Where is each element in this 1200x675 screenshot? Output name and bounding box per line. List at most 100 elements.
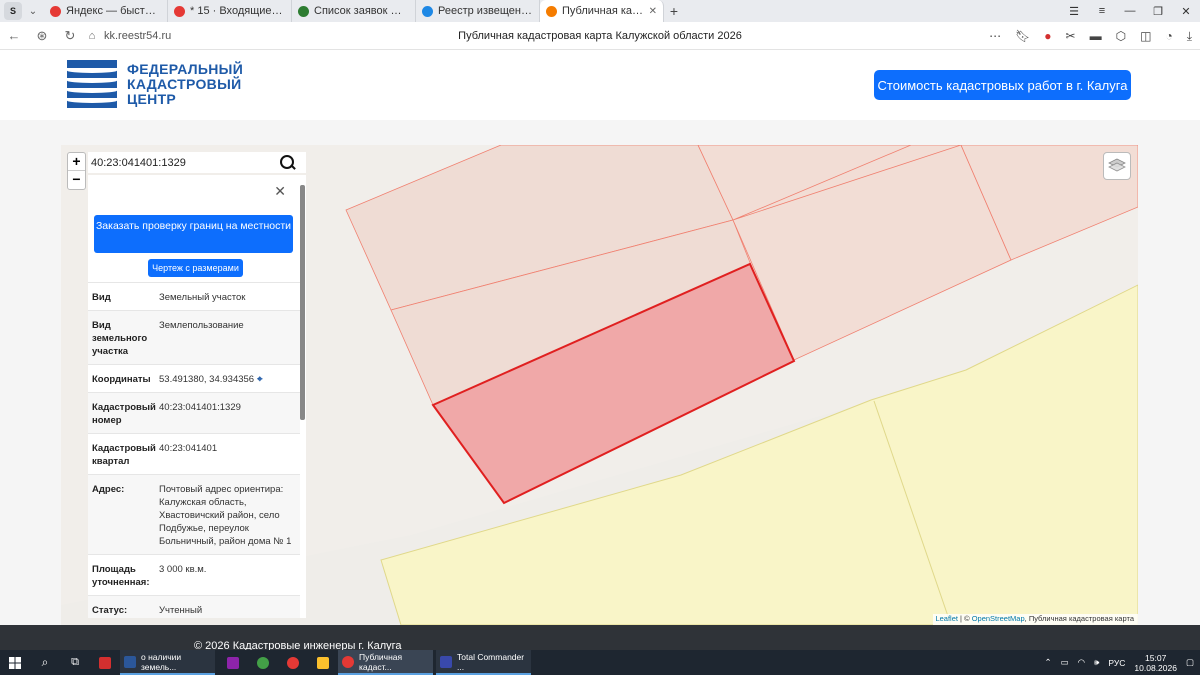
back-icon[interactable]: ← — [0, 28, 28, 43]
restore-icon[interactable]: ❐ — [1144, 5, 1172, 18]
battery-icon[interactable]: ▭ — [1061, 657, 1069, 668]
notification-icon[interactable]: ▢ — [1186, 657, 1194, 668]
logo-text: ФЕДЕРАЛЬНЫЙ КАДАСТРОВЫЙ ЦЕНТР — [127, 60, 244, 107]
site-header: ФЕДЕРАЛЬНЫЙ КАДАСТРОВЫЙ ЦЕНТР Стоимость … — [0, 50, 1200, 120]
chrome-icon[interactable] — [248, 650, 278, 675]
tab-label: Яндекс — быстрый поиск — [66, 5, 161, 17]
window-controls: ☰ ≡ — ❐ ✕ — [1060, 0, 1200, 22]
close-tab-icon[interactable]: ✕ — [649, 6, 657, 17]
url-field[interactable]: kk.reestr54.ru — [104, 30, 404, 42]
cc-icon[interactable] — [278, 650, 308, 675]
info-key: Статус: — [92, 605, 128, 616]
browser-tab[interactable]: Список заявок — ТехноК — [292, 0, 416, 22]
coordinates-value: 53.491380, 34.934356 — [159, 374, 255, 385]
order-boundary-check-button[interactable]: Заказать проверку границ на местности — [94, 215, 293, 253]
network-icon[interactable]: ◠ — [1078, 657, 1085, 668]
yandex-browser-icon — [342, 655, 354, 668]
map-attribution: Leaflet | © OpenStreetMap, Публичная кад… — [933, 614, 1138, 625]
taskbar-app-browser[interactable]: Публичная кадаст... — [338, 650, 433, 675]
zoom-in-button[interactable]: + — [68, 153, 85, 171]
profile-icon[interactable]: ◔ — [1165, 29, 1172, 43]
clock[interactable]: 15:07 10.08.2026 — [1134, 653, 1177, 673]
acrobat-icon[interactable] — [90, 650, 120, 675]
tools-icon[interactable]: ✂ — [1066, 29, 1076, 43]
protect-icon[interactable]: ⊛ — [28, 28, 56, 44]
panel-scrollbar[interactable] — [300, 175, 306, 618]
word-icon — [124, 655, 136, 668]
info-value: 3 000 кв.м. — [159, 564, 207, 575]
scrollbar-thumb[interactable] — [300, 185, 305, 420]
info-row: Координаты 53.491380, 34.934356 ⌖ — [88, 364, 300, 392]
windows-start-icon[interactable] — [0, 650, 30, 675]
more-icon[interactable]: ⋯ — [989, 29, 1001, 43]
info-row: Кадастровый номер 40:23:041401:1329 — [88, 392, 300, 433]
info-key: Кадастровый номер — [92, 402, 156, 426]
chevron-down-icon[interactable]: ⌄ — [22, 6, 44, 17]
leaflet-link[interactable]: Leaflet — [935, 614, 958, 623]
zoom-out-button[interactable]: − — [68, 171, 85, 189]
tab-label: Список заявок — ТехноК — [314, 5, 409, 17]
collections-icon[interactable]: ◫ — [1140, 29, 1151, 43]
browser-tab[interactable]: Реестр извещений — [416, 0, 540, 22]
new-tab-button[interactable]: + — [664, 3, 684, 19]
zoom-control: + − — [67, 152, 86, 190]
osm-link[interactable]: OpenStreetMap — [972, 614, 1025, 623]
info-value: Землепользование — [159, 320, 244, 331]
download-icon[interactable]: ⤓ — [1187, 29, 1192, 44]
puzzle-icon[interactable]: ⬡ — [1116, 29, 1126, 43]
close-icon[interactable]: ✕ — [1172, 5, 1200, 18]
bookmark-icon[interactable]: 🔖︎ — [1015, 29, 1030, 43]
bookmarks-icon[interactable]: ☰ — [1060, 5, 1088, 18]
info-row: Статус: Учтенный — [88, 595, 300, 618]
search-icon[interactable] — [278, 154, 296, 172]
eagle-icon — [422, 5, 433, 17]
volume-icon[interactable]: 🕪︎ — [1094, 657, 1099, 668]
chevron-up-icon[interactable]: ⌃ — [1044, 657, 1051, 668]
menu-icon[interactable]: ≡ — [1088, 5, 1116, 17]
task-view-icon[interactable]: ⧉ — [60, 650, 90, 675]
search-icon[interactable]: ⌕ — [30, 650, 60, 675]
info-key: Координаты — [92, 374, 151, 385]
logo-mark-icon — [67, 60, 117, 108]
extension-icon[interactable]: ● — [1044, 29, 1051, 43]
info-key: Вид земельного участка — [92, 320, 148, 357]
logo-line: ФЕДЕРАЛЬНЫЙ — [127, 60, 244, 77]
taskbar-app-word[interactable]: о наличии земель... — [120, 650, 215, 675]
info-row: Кадастровый квартал 40:23:041401 — [88, 433, 300, 474]
hat-icon[interactable]: ▬ — [1090, 29, 1102, 43]
address-bar: ← ⊛ ↻ ⌂ kk.reestr54.ru Публичная кадастр… — [0, 22, 1200, 50]
browser-sidebar-button[interactable]: S — [4, 2, 22, 20]
tab-label: * 15 · Входящие — Яндекс — [190, 5, 285, 17]
browser-tab[interactable]: * 15 · Входящие — Яндекс — [168, 0, 292, 22]
layers-button[interactable] — [1103, 152, 1131, 180]
archiver-icon[interactable] — [218, 650, 248, 675]
system-tray: ⌃ ▭ ◠ 🕪︎ РУС 15:07 10.08.2026 ▢ — [1044, 650, 1200, 675]
browser-tab-active[interactable]: Публичная кадастровая ✕ — [540, 0, 664, 22]
info-value: Земельный участок — [159, 292, 246, 303]
info-key: Кадастровый квартал — [92, 443, 156, 467]
browser-tab-bar: S ⌄ Яндекс — быстрый поиск * 15 · Входящ… — [0, 0, 1200, 22]
mail-icon — [174, 5, 185, 17]
windows-taskbar: ⌕ ⧉ о наличии земель... Публичная кадаст… — [0, 650, 1200, 675]
cadastral-search-input[interactable] — [88, 156, 278, 169]
language-indicator[interactable]: РУС — [1108, 658, 1125, 668]
clock-date: 10.08.2026 — [1134, 662, 1177, 673]
browser-tab[interactable]: Яндекс — быстрый поиск — [44, 0, 168, 22]
close-icon[interactable]: ✕ — [274, 183, 286, 200]
taskbar-app-total-commander[interactable]: Total Commander ... — [436, 650, 531, 675]
parcel-info-table: Вид Земельный участок Вид земельного уча… — [88, 282, 300, 618]
info-row: Адрес: Почтовый адрес ориентира: Калужск… — [88, 474, 300, 554]
cadastral-cost-button[interactable]: Стоимость кадастровых работ в г. Калуга — [874, 70, 1131, 100]
tab-label: Реестр извещений — [438, 5, 533, 17]
info-key: Адрес: — [92, 484, 125, 495]
taskbar-app-label: о наличии земель... — [141, 651, 182, 672]
drawing-button[interactable]: Чертеж с размерами — [148, 259, 243, 277]
logo[interactable]: ФЕДЕРАЛЬНЫЙ КАДАСТРОВЫЙ ЦЕНТР — [67, 60, 243, 108]
folder-icon[interactable] — [308, 650, 338, 675]
cadastral-search-box — [88, 152, 306, 173]
minimize-icon[interactable]: — — [1116, 5, 1144, 17]
reload-icon[interactable]: ↻ — [56, 28, 84, 44]
lock-icon: ⌂ — [88, 29, 96, 42]
info-value: 40:23:041401:1329 — [159, 402, 241, 413]
location-pin-icon[interactable]: ⌖ — [257, 374, 262, 385]
